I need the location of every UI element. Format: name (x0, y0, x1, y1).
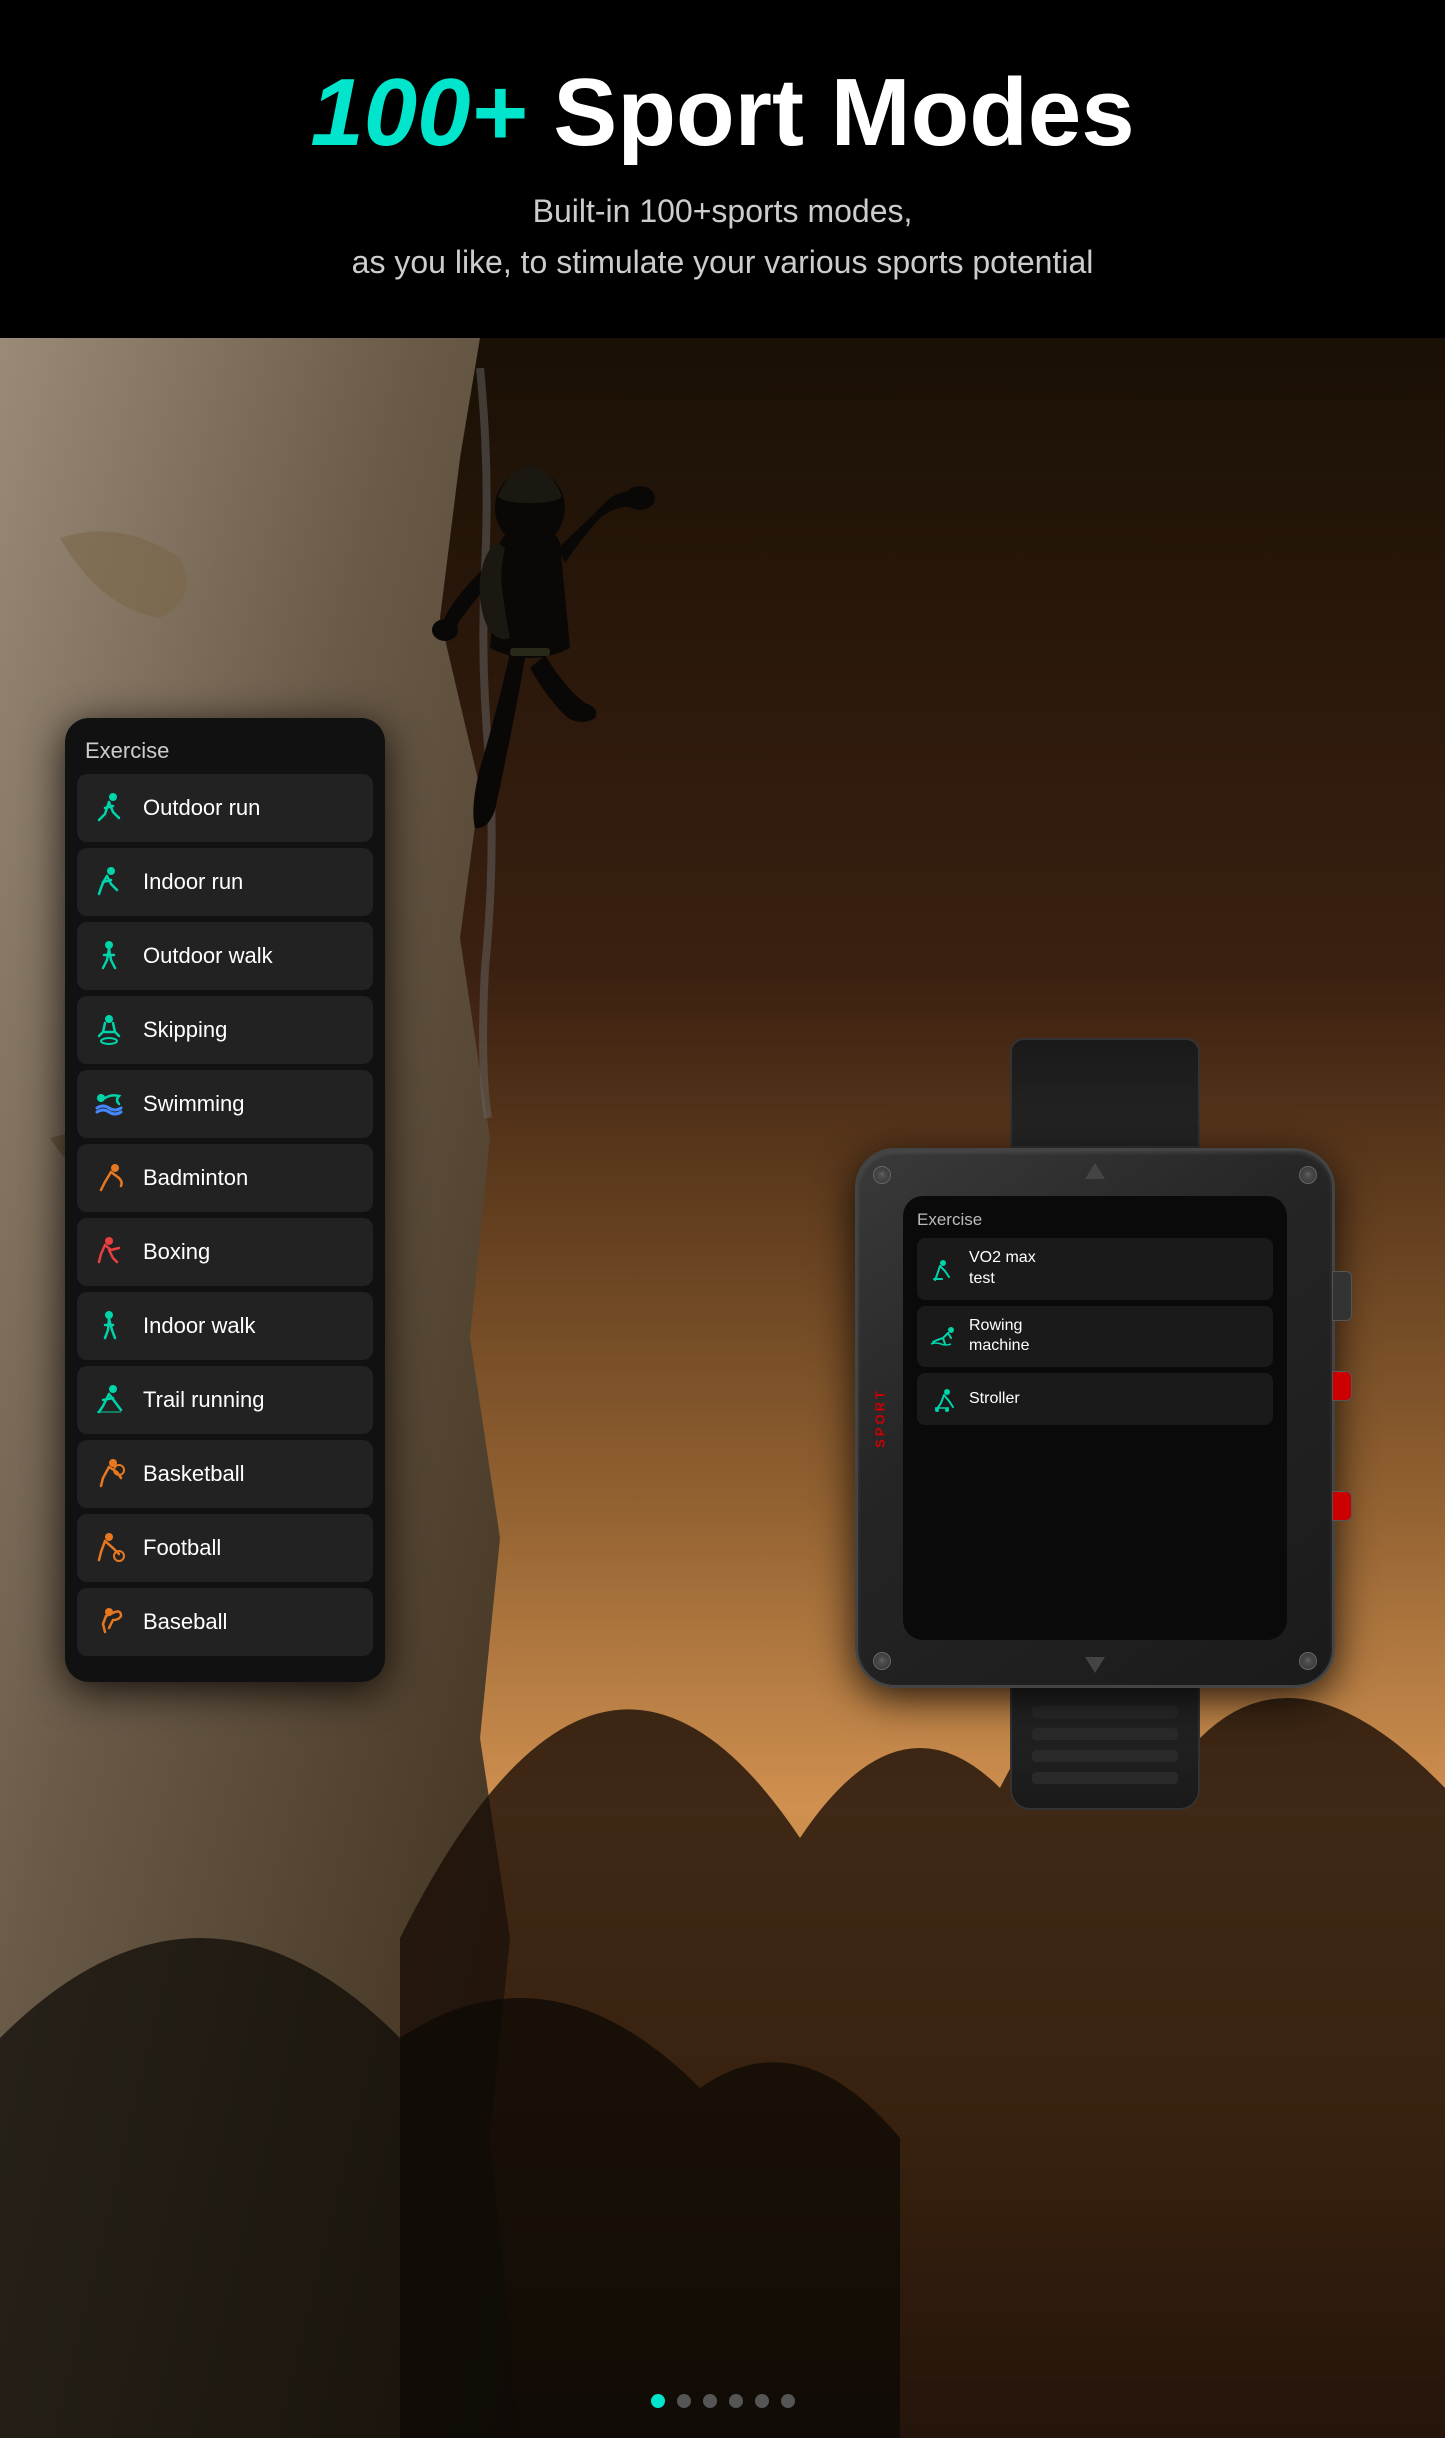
page-title: 100+ Sport Modes (20, 60, 1425, 166)
watch-exercise-label: Exercise (917, 1210, 1273, 1230)
header-subtitle: Built-in 100+sports modes, as you like, … (20, 186, 1425, 288)
indoor-run-icon (89, 862, 129, 902)
boxing-icon (89, 1232, 129, 1272)
swimming-label: Swimming (143, 1091, 244, 1117)
title-highlight: 100+ (310, 59, 526, 166)
list-item: Trail running (77, 1366, 373, 1434)
list-item: Swimming (77, 1070, 373, 1138)
list-item: Outdoor run (77, 774, 373, 842)
basketball-label: Basketball (143, 1461, 245, 1487)
smartwatch: SPORT Exercise VO2 maxtest (855, 1038, 1355, 1810)
watch-button-bot[interactable] (1332, 1491, 1352, 1521)
subtitle-line1: Built-in 100+sports modes, (533, 193, 913, 229)
list-item: Baseball (77, 1588, 373, 1656)
screw-tr (1299, 1166, 1317, 1184)
watch-case: SPORT Exercise VO2 maxtest (855, 1148, 1335, 1688)
rowing-icon (927, 1320, 959, 1352)
basketball-icon (89, 1454, 129, 1494)
football-label: Football (143, 1535, 221, 1561)
rowing-label: Rowingmachine (969, 1316, 1029, 1358)
main-section: Exercise Outdoor run Indoor run Outdoor … (0, 338, 1445, 2438)
indoor-run-label: Indoor run (143, 869, 243, 895)
stroller-label: Stroller (969, 1389, 1020, 1410)
watch-button-mid[interactable] (1332, 1371, 1352, 1401)
list-item: Skipping (77, 996, 373, 1064)
watch-screen: Exercise VO2 maxtest Rowingmachine (903, 1196, 1287, 1640)
screw-tl (873, 1166, 891, 1184)
list-item: Indoor run (77, 848, 373, 916)
watch-button-top[interactable] (1332, 1271, 1352, 1321)
dot-2[interactable] (677, 2394, 691, 2408)
watch-list-item: VO2 maxtest (917, 1238, 1273, 1300)
skipping-label: Skipping (143, 1017, 227, 1043)
watch-body: SPORT Exercise VO2 maxtest (855, 1148, 1335, 1688)
trail-running-label: Trail running (143, 1387, 264, 1413)
dot-4[interactable] (729, 2394, 743, 2408)
indoor-walk-icon (89, 1306, 129, 1346)
exercise-phone-panel: Exercise Outdoor run Indoor run Outdoor … (65, 718, 385, 1682)
boxing-label: Boxing (143, 1239, 210, 1265)
dot-3[interactable] (703, 2394, 717, 2408)
outdoor-walk-label: Outdoor walk (143, 943, 273, 969)
header-section: 100+ Sport Modes Built-in 100+sports mod… (0, 0, 1445, 338)
watch-list-item: Stroller (917, 1373, 1273, 1425)
dot-5[interactable] (755, 2394, 769, 2408)
sport-label: SPORT (872, 1388, 887, 1448)
football-icon (89, 1528, 129, 1568)
outdoor-run-label: Outdoor run (143, 795, 260, 821)
badminton-icon (89, 1158, 129, 1198)
list-item: Badminton (77, 1144, 373, 1212)
page-dots (651, 2394, 795, 2408)
list-item: Indoor walk (77, 1292, 373, 1360)
screw-br (1299, 1652, 1317, 1670)
trail-running-icon (89, 1380, 129, 1420)
list-item: Basketball (77, 1440, 373, 1508)
watch-bottom-btn[interactable] (1085, 1657, 1105, 1673)
skipping-icon (89, 1010, 129, 1050)
list-item: Outdoor walk (77, 922, 373, 990)
watch-list-item: Rowingmachine (917, 1306, 1273, 1368)
watch-top-btn[interactable] (1085, 1163, 1105, 1179)
outdoor-walk-icon (89, 936, 129, 976)
stroller-icon (927, 1383, 959, 1415)
subtitle-line2: as you like, to stimulate your various s… (352, 244, 1094, 280)
badminton-label: Badminton (143, 1165, 248, 1191)
swimming-icon (89, 1084, 129, 1124)
phone-panel-label: Exercise (77, 738, 373, 764)
baseball-label: Baseball (143, 1609, 227, 1635)
dot-6[interactable] (781, 2394, 795, 2408)
vo2-icon (927, 1253, 959, 1285)
outdoor-run-icon (89, 788, 129, 828)
list-item: Boxing (77, 1218, 373, 1286)
baseball-icon (89, 1602, 129, 1642)
list-item: Football (77, 1514, 373, 1582)
vo2-label: VO2 maxtest (969, 1248, 1036, 1290)
title-rest: Sport Modes (527, 59, 1135, 166)
screw-bl (873, 1652, 891, 1670)
indoor-walk-label: Indoor walk (143, 1313, 256, 1339)
dot-1[interactable] (651, 2394, 665, 2408)
